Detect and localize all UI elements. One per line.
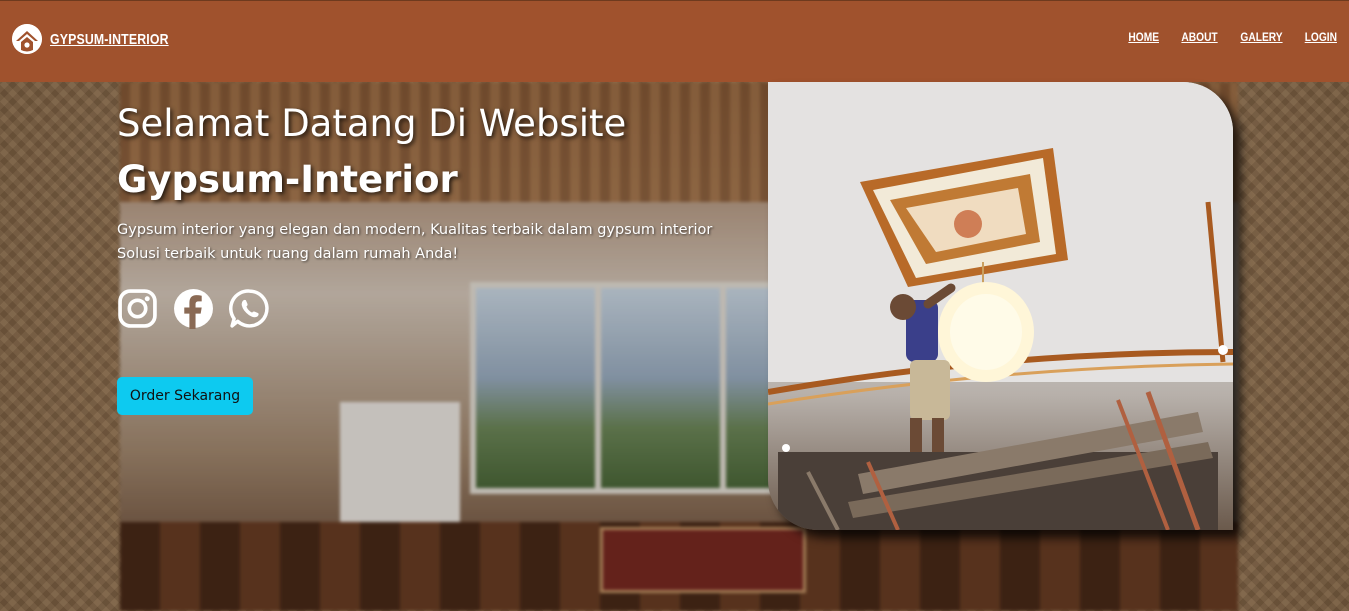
social-links bbox=[117, 288, 270, 329]
brand-link[interactable]: GYPSUM-INTERIOR bbox=[12, 24, 195, 54]
nav-about-link[interactable]: ABOUT bbox=[1181, 30, 1217, 44]
hero-subtitle-line1: Gypsum interior yang elegan dan modern, … bbox=[117, 222, 713, 238]
nav-login-link[interactable]: LOGIN bbox=[1305, 30, 1337, 44]
navbar: GYPSUM-INTERIOR HOME ABOUT GALERY LOGIN bbox=[0, 0, 1349, 82]
hero-subtitle-line2: Solusi terbaik untuk ruang dalam rumah A… bbox=[117, 246, 459, 262]
hero-title-line2: Gypsum-Interior bbox=[117, 158, 458, 201]
nav-galery-link[interactable]: GALERY bbox=[1241, 30, 1283, 44]
facebook-icon[interactable] bbox=[173, 288, 214, 329]
whatsapp-icon[interactable] bbox=[229, 288, 270, 329]
order-now-button[interactable]: Order Sekarang bbox=[117, 377, 253, 415]
instagram-icon[interactable] bbox=[117, 288, 158, 329]
brand-name: GYPSUM-INTERIOR bbox=[50, 30, 169, 48]
nav-menu: HOME ABOUT GALERY LOGIN bbox=[1123, 30, 1337, 44]
hero-subtitle: Gypsum interior yang elegan dan modern, … bbox=[117, 218, 737, 266]
hero-title-line1: Selamat Datang Di Website bbox=[117, 102, 627, 145]
house-circle-icon bbox=[12, 24, 42, 54]
nav-home-link[interactable]: HOME bbox=[1128, 30, 1159, 44]
hero-photo bbox=[768, 82, 1233, 530]
hero-title: Selamat Datang Di Website Gypsum-Interio… bbox=[117, 96, 757, 208]
